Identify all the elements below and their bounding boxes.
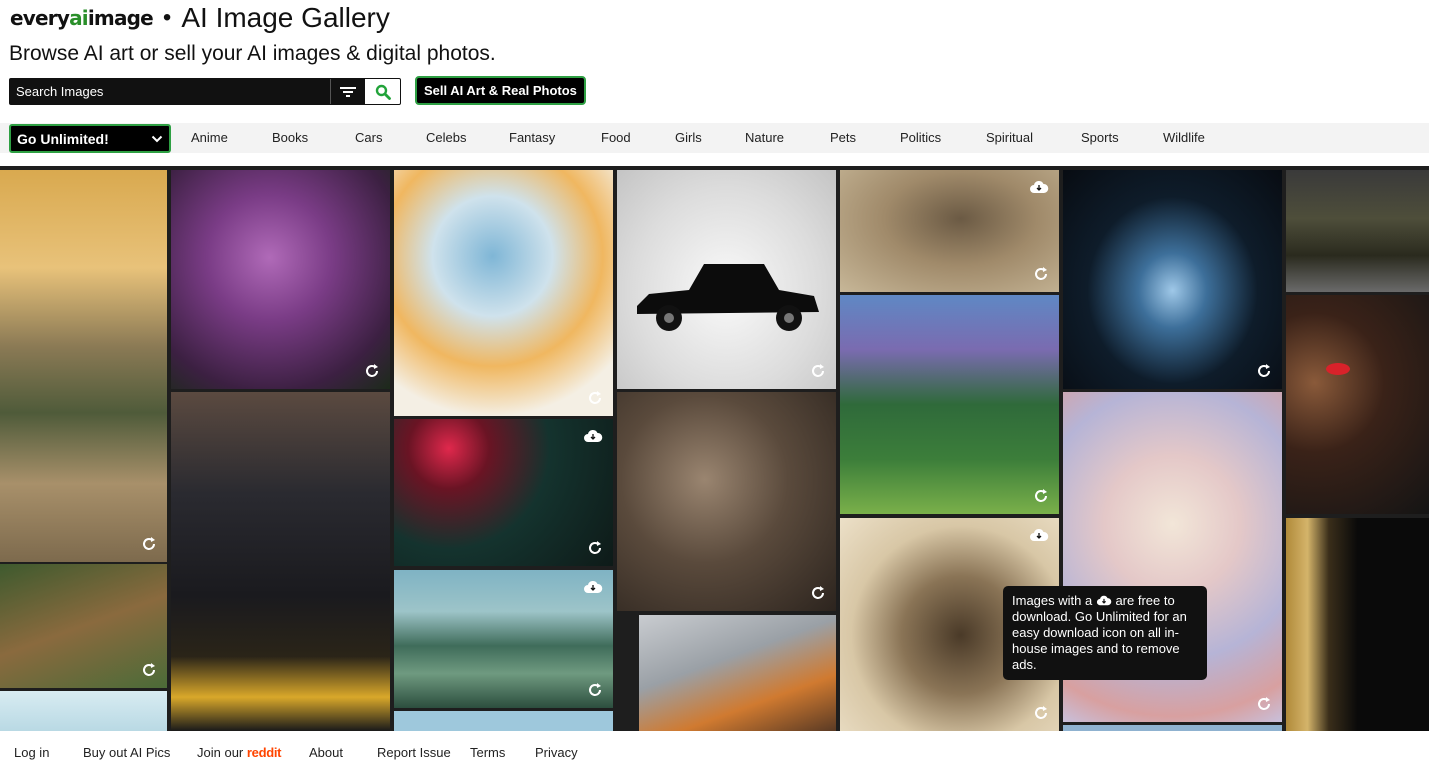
- gallery-image[interactable]: [394, 419, 613, 566]
- gallery-image[interactable]: [617, 170, 836, 389]
- gallery-image[interactable]: [840, 295, 1059, 514]
- footer-report-issue-link[interactable]: Report Issue: [377, 745, 451, 760]
- footer-login-link[interactable]: Log in: [14, 745, 49, 760]
- search-input[interactable]: [10, 79, 330, 104]
- sync-icon[interactable]: [587, 390, 603, 406]
- category-sports[interactable]: Sports: [1081, 130, 1119, 145]
- sync-icon[interactable]: [810, 585, 826, 601]
- gallery-image[interactable]: [617, 392, 836, 611]
- sync-icon[interactable]: [1033, 705, 1049, 721]
- gallery-image[interactable]: [0, 564, 167, 688]
- sync-icon[interactable]: [141, 662, 157, 678]
- site-logo[interactable]: everyaiimage: [10, 6, 154, 30]
- footer-privacy-link[interactable]: Privacy: [535, 745, 578, 760]
- category-food[interactable]: Food: [601, 130, 631, 145]
- image-gallery: [0, 166, 1429, 731]
- cloud-download-icon[interactable]: [1029, 528, 1049, 542]
- gallery-image[interactable]: [1063, 170, 1282, 389]
- category-politics[interactable]: Politics: [900, 130, 941, 145]
- search-bar: [9, 78, 401, 105]
- cloud-download-icon: [1096, 595, 1112, 606]
- category-anime[interactable]: Anime: [191, 130, 228, 145]
- gallery-image[interactable]: [1286, 295, 1429, 514]
- page-tagline: Browse AI art or sell your AI images & d…: [9, 42, 496, 65]
- page-title: AI Image Gallery: [181, 2, 390, 33]
- cloud-download-icon[interactable]: [583, 580, 603, 594]
- title-row: everyaiimage • AI Image Gallery: [10, 2, 390, 34]
- taxi-silhouette: [637, 264, 819, 331]
- red-lips-accent: [1326, 363, 1350, 375]
- footer-about-link[interactable]: About: [309, 745, 343, 760]
- chevron-down-icon: [151, 135, 163, 142]
- footer-buyout-link[interactable]: Buy out AI Pics: [83, 745, 170, 760]
- gallery-image[interactable]: [171, 392, 390, 731]
- cloud-download-icon[interactable]: [1029, 180, 1049, 194]
- footer-join-reddit-link[interactable]: Join our reddit: [197, 745, 281, 760]
- gallery-image[interactable]: [394, 170, 613, 416]
- sync-icon[interactable]: [1033, 488, 1049, 504]
- sync-icon[interactable]: [810, 363, 826, 379]
- sync-icon[interactable]: [141, 536, 157, 552]
- gallery-image[interactable]: [0, 691, 167, 731]
- go-unlimited-select[interactable]: Go Unlimited!: [9, 124, 171, 153]
- sync-icon[interactable]: [587, 682, 603, 698]
- filter-button[interactable]: [330, 79, 365, 104]
- sell-ai-art-button[interactable]: Sell AI Art & Real Photos: [415, 76, 586, 105]
- category-spiritual[interactable]: Spiritual: [986, 130, 1033, 145]
- search-icon: [375, 84, 391, 100]
- category-fantasy[interactable]: Fantasy: [509, 130, 555, 145]
- cloud-download-icon[interactable]: [583, 429, 603, 443]
- gallery-image[interactable]: [171, 170, 390, 389]
- footer-terms-link[interactable]: Terms: [470, 745, 505, 760]
- gallery-image[interactable]: [394, 711, 613, 731]
- gallery-image[interactable]: [0, 170, 167, 562]
- filter-icon: [340, 86, 356, 97]
- reddit-logo: reddit: [246, 745, 282, 760]
- title-separator: •: [162, 4, 172, 31]
- category-celebs[interactable]: Celebs: [426, 130, 466, 145]
- category-wildlife[interactable]: Wildlife: [1163, 130, 1205, 145]
- go-unlimited-label: Go Unlimited!: [17, 130, 109, 147]
- category-cars[interactable]: Cars: [355, 130, 382, 145]
- gallery-image[interactable]: [639, 615, 836, 731]
- sync-icon[interactable]: [587, 540, 603, 556]
- search-button[interactable]: [365, 79, 400, 104]
- sync-icon[interactable]: [1033, 266, 1049, 282]
- category-girls[interactable]: Girls: [675, 130, 702, 145]
- sync-icon[interactable]: [364, 363, 380, 379]
- gallery-image[interactable]: [1286, 518, 1429, 731]
- category-pets[interactable]: Pets: [830, 130, 856, 145]
- sync-icon[interactable]: [1256, 363, 1272, 379]
- sync-icon[interactable]: [1256, 696, 1272, 712]
- gallery-image[interactable]: [394, 570, 613, 708]
- gallery-image[interactable]: [840, 170, 1059, 292]
- free-download-tooltip: Images with a are free to download. Go U…: [1003, 586, 1207, 680]
- page: everyaiimage • AI Image Gallery Browse A…: [0, 0, 1429, 768]
- category-nature[interactable]: Nature: [745, 130, 784, 145]
- category-books[interactable]: Books: [272, 130, 308, 145]
- gallery-image[interactable]: [1286, 170, 1429, 292]
